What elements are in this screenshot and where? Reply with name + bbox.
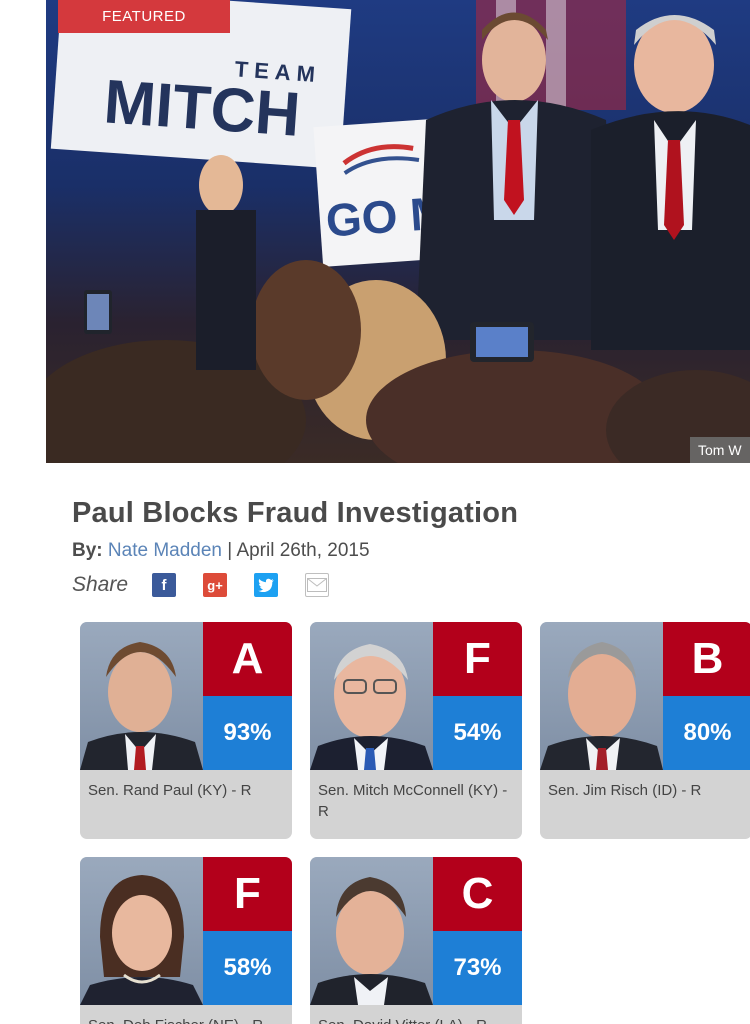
senator-portrait [310, 857, 433, 1005]
google-plus-icon[interactable]: g+ [203, 573, 228, 597]
featured-hero-image[interactable]: TEAM MITCH GO MI FEATURED Tom W [46, 0, 750, 463]
senator-card[interactable]: F 58% Sen. Deb Fischer (NE) - R [80, 857, 292, 1024]
score-percent: 93% [203, 696, 292, 770]
score-percent: 73% [433, 931, 522, 1005]
score-percent: 54% [433, 696, 522, 770]
article-title: Paul Blocks Fraud Investigation [72, 497, 519, 529]
senator-card[interactable]: C 73% Sen. David Vitter (LA) - R [310, 857, 522, 1024]
senator-card[interactable]: B 80% Sen. Jim Risch (ID) - R [540, 622, 750, 839]
byline: By: Nate Madden | April 26th, 2015 [72, 540, 370, 562]
senator-portrait [310, 622, 433, 770]
senator-card[interactable]: F 54% Sen. Mitch McConnell (KY) - R [310, 622, 522, 839]
share-label: Share [72, 573, 129, 596]
grade-letter: C [433, 857, 522, 931]
grade-letter: F [203, 857, 292, 931]
author-link[interactable]: Nate Madden [108, 540, 222, 561]
score-percent: 58% [203, 931, 292, 1005]
senator-name: Sen. Jim Risch (ID) - R [548, 782, 702, 799]
featured-badge: FEATURED [58, 0, 230, 33]
email-icon[interactable] [305, 573, 330, 597]
senator-name: Sen. Deb Fischer (NE) - R [88, 1015, 286, 1024]
share-bar: Share f g+ [72, 573, 356, 597]
hero-photo: TEAM MITCH GO MI [46, 0, 750, 463]
senator-name: Sen. Mitch McConnell (KY) - R [318, 782, 508, 820]
publish-date: April 26th, 2015 [236, 540, 370, 561]
grade-letter: B [663, 622, 750, 696]
facebook-icon[interactable]: f [152, 573, 177, 597]
senator-portrait [80, 622, 203, 770]
senator-name: Sen. Rand Paul (KY) - R [88, 782, 252, 799]
senator-portrait [540, 622, 663, 770]
byline-separator: | [227, 540, 233, 561]
senator-name: Sen. David Vitter (LA) - R [318, 1015, 516, 1024]
grade-letter: F [433, 622, 522, 696]
sign-mitch-text: MITCH [102, 67, 303, 150]
grade-letter: A [203, 622, 292, 696]
twitter-icon[interactable] [254, 573, 279, 597]
senator-portrait [80, 857, 203, 1005]
senator-card[interactable]: A 93% Sen. Rand Paul (KY) - R [80, 622, 292, 839]
score-percent: 80% [663, 696, 750, 770]
photo-credit: Tom W [690, 437, 750, 463]
by-label: By: [72, 540, 103, 561]
